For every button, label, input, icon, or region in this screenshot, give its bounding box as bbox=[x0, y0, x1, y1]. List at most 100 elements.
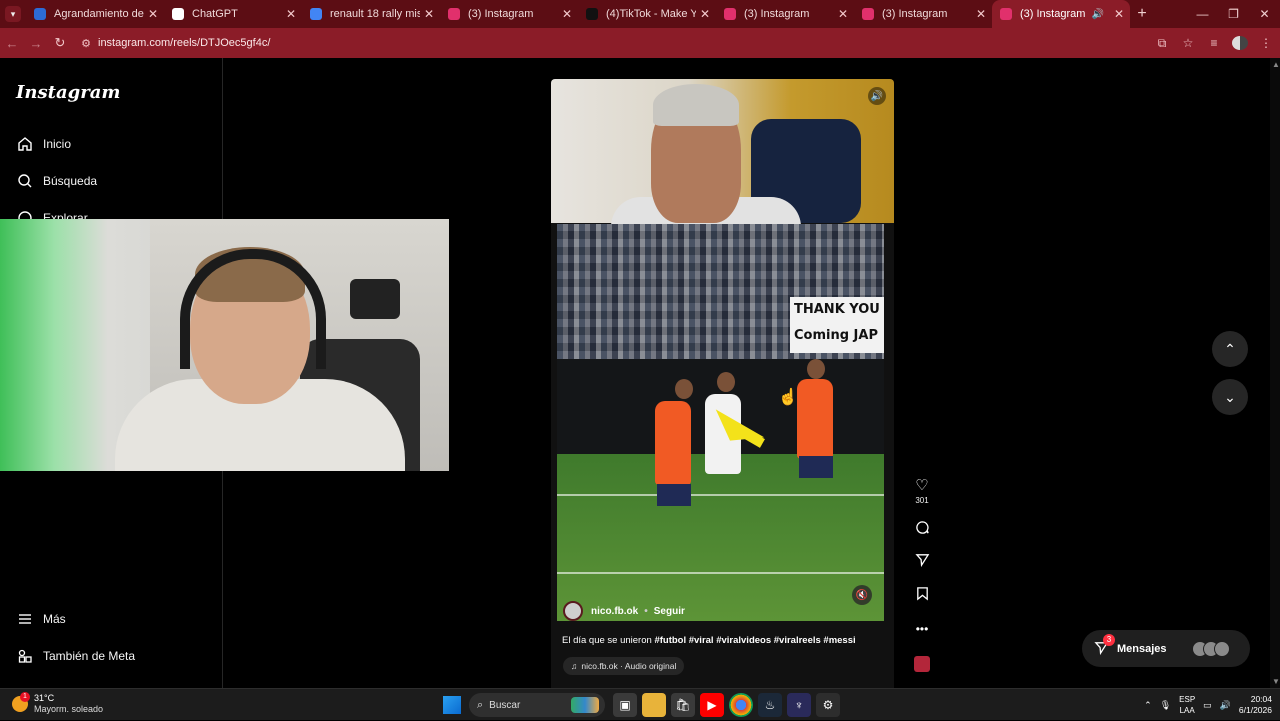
tab-close-icon[interactable]: ✕ bbox=[976, 7, 986, 21]
settings-icon[interactable]: ⚙ bbox=[816, 693, 840, 717]
browser-tab[interactable]: (3) Instagram ✕ bbox=[440, 0, 578, 28]
start-button[interactable] bbox=[440, 693, 464, 717]
install-app-icon[interactable]: ⧉ bbox=[1154, 36, 1170, 51]
browser-tab[interactable]: (3) Instagram ✕ bbox=[716, 0, 854, 28]
message-avatars bbox=[1192, 641, 1230, 657]
browser-tab[interactable]: (3) Instagram 🔊 ✕ bbox=[992, 0, 1130, 28]
tab-search-button[interactable]: ▾ bbox=[0, 0, 26, 28]
clock-time: 20:04 bbox=[1250, 694, 1272, 704]
page-scrollbar[interactable]: ▲ ▼ bbox=[1270, 58, 1280, 688]
speaker-icon[interactable]: 🔊 bbox=[1220, 700, 1231, 711]
comment-button[interactable] bbox=[912, 520, 932, 539]
back-arrow-icon[interactable]: ← bbox=[0, 36, 24, 51]
tab-close-icon[interactable]: ✕ bbox=[1114, 7, 1124, 21]
messages-button[interactable]: 3 Mensajes bbox=[1082, 630, 1250, 667]
file-explorer-icon[interactable] bbox=[642, 693, 666, 717]
player-head bbox=[675, 379, 693, 399]
store-icon[interactable]: 🛍 bbox=[671, 693, 695, 717]
tab-close-icon[interactable]: ✕ bbox=[700, 7, 710, 21]
scroll-down-icon[interactable]: ▼ bbox=[1272, 677, 1280, 686]
app-icon[interactable]: ♆ bbox=[787, 693, 811, 717]
caption-hashtags[interactable]: #futbol #viral #viralvideos #viralreels … bbox=[654, 635, 855, 646]
tab-close-icon[interactable]: ✕ bbox=[286, 7, 296, 21]
like-button[interactable]: ♡ 301 bbox=[912, 476, 932, 505]
tab-close-icon[interactable]: ✕ bbox=[838, 7, 848, 21]
sidebar-item-mas[interactable]: Más bbox=[16, 610, 66, 628]
media-controls-icon[interactable]: ≡ bbox=[1206, 36, 1222, 50]
microphone-icon[interactable]: 🎙 bbox=[1160, 700, 1171, 711]
tab-close-icon[interactable]: ✕ bbox=[148, 7, 158, 21]
task-view-icon[interactable]: ▣ bbox=[613, 693, 637, 717]
audio-pill[interactable]: ♫ nico.fb.ok · Audio original bbox=[563, 657, 685, 675]
reel-video[interactable]: 🔊 THANK YOU Coming JAP ☝ 🔇 nico.fb.ok • … bbox=[551, 79, 894, 689]
close-icon[interactable]: ✕ bbox=[1249, 0, 1280, 28]
reload-icon[interactable]: ↻ bbox=[48, 35, 72, 51]
send-icon bbox=[912, 552, 932, 571]
sidebar-item-busqueda[interactable]: Búsqueda bbox=[16, 172, 97, 190]
more-options-button[interactable]: ••• bbox=[912, 622, 932, 636]
new-tab-button[interactable]: + bbox=[1130, 5, 1154, 23]
tab-title: (3) Instagram bbox=[882, 8, 948, 20]
favicon-icon bbox=[310, 8, 322, 20]
like-count: 301 bbox=[915, 496, 929, 505]
minimize-icon[interactable]: — bbox=[1187, 0, 1218, 28]
restore-icon[interactable]: ❐ bbox=[1218, 0, 1249, 28]
taskbar-search[interactable]: ⌕ Buscar bbox=[469, 693, 605, 717]
url-field[interactable]: instagram.com/reels/DTJOec5gf4c/ bbox=[98, 37, 270, 49]
more-menu-icon[interactable]: ⋮ bbox=[1258, 36, 1274, 50]
browser-tab[interactable]: renault 18 rally misiones : ✕ bbox=[302, 0, 440, 28]
instagram-logo[interactable]: Instagram bbox=[16, 82, 120, 103]
chrome-icon[interactable] bbox=[729, 693, 753, 717]
steam-icon[interactable]: ♨ bbox=[758, 693, 782, 717]
tab-close-icon[interactable]: ✕ bbox=[562, 7, 572, 21]
browser-tab[interactable]: (3) Instagram ✕ bbox=[854, 0, 992, 28]
weather-widget[interactable]: 1 31°C Mayorm. soleado bbox=[12, 691, 103, 714]
instagram-page: Instagram Inicio Búsqueda Explorar Más T… bbox=[0, 58, 1280, 689]
author-name[interactable]: nico.fb.ok bbox=[591, 606, 638, 617]
site-info-icon[interactable]: ⚙ bbox=[76, 37, 96, 50]
windows-taskbar: 1 31°C Mayorm. soleado ⌕ Buscar ▣ 🛍 ▶ ♨ … bbox=[0, 688, 1280, 720]
clock[interactable]: 20:04 6/1/2026 bbox=[1239, 694, 1272, 716]
browser-tab[interactable]: ChatGPT ✕ bbox=[164, 0, 302, 28]
forward-arrow-icon[interactable]: → bbox=[24, 36, 48, 51]
save-button[interactable] bbox=[912, 586, 932, 605]
system-tray: ⌃ 🎙 ESP LAA ▭ 🔊 20:04 6/1/2026 bbox=[1144, 689, 1272, 721]
profile-avatar[interactable] bbox=[1232, 36, 1248, 50]
volume-icon[interactable]: 🔊 bbox=[868, 87, 886, 105]
scroll-up-icon[interactable]: ▲ bbox=[1272, 60, 1280, 69]
player-head bbox=[717, 372, 735, 392]
messenger-icon: 3 bbox=[1094, 633, 1115, 658]
display-icon[interactable]: ▭ bbox=[1203, 700, 1212, 711]
share-button[interactable] bbox=[912, 552, 932, 571]
audio-thumbnail[interactable] bbox=[912, 656, 932, 676]
language-bottom: LAA bbox=[1179, 706, 1195, 715]
reel-clip: THANK YOU Coming JAP ☝ 🔇 bbox=[557, 224, 884, 621]
tab-close-icon[interactable]: ✕ bbox=[424, 7, 434, 21]
sidebar-item-label: Más bbox=[43, 612, 66, 626]
mute-icon[interactable]: 🔇 bbox=[852, 585, 872, 605]
address-bar: ← → ↻ ⚙ instagram.com/reels/DTJOec5gf4c/… bbox=[0, 28, 1280, 58]
sidebar-item-inicio[interactable]: Inicio bbox=[16, 135, 71, 153]
bookmark-star-icon[interactable]: ☆ bbox=[1180, 36, 1196, 50]
tab-audio-icon[interactable]: 🔊 bbox=[1091, 9, 1103, 20]
browser-tab[interactable]: (4)TikTok - Make Your Day ✕ bbox=[578, 0, 716, 28]
chevron-up-icon[interactable]: ⌃ bbox=[1144, 700, 1152, 711]
author-avatar[interactable] bbox=[563, 601, 583, 621]
sidebar-item-label: Búsqueda bbox=[43, 174, 98, 188]
meta-icon bbox=[16, 647, 34, 665]
previous-reel-button[interactable]: ⌃ bbox=[1212, 331, 1248, 367]
heart-icon: ♡ bbox=[915, 477, 929, 494]
browser-tab[interactable]: Agrandamiento de los pe ✕ bbox=[26, 0, 164, 28]
player-orange-left bbox=[655, 401, 691, 485]
menu-icon bbox=[16, 610, 34, 628]
taskbar-search-label: Buscar bbox=[489, 699, 521, 711]
language-indicator[interactable]: ESP LAA bbox=[1179, 694, 1195, 716]
sidebar-item-tambien-de-meta[interactable]: También de Meta bbox=[16, 647, 135, 665]
next-reel-button[interactable]: ⌄ bbox=[1212, 379, 1248, 415]
sidebar-item-label: También de Meta bbox=[43, 649, 136, 663]
search-highlight-icon bbox=[571, 697, 599, 713]
youtube-icon[interactable]: ▶ bbox=[700, 693, 724, 717]
sun-icon: 1 bbox=[12, 691, 30, 712]
pitch-line bbox=[557, 572, 884, 574]
follow-button[interactable]: Seguir bbox=[654, 606, 685, 617]
